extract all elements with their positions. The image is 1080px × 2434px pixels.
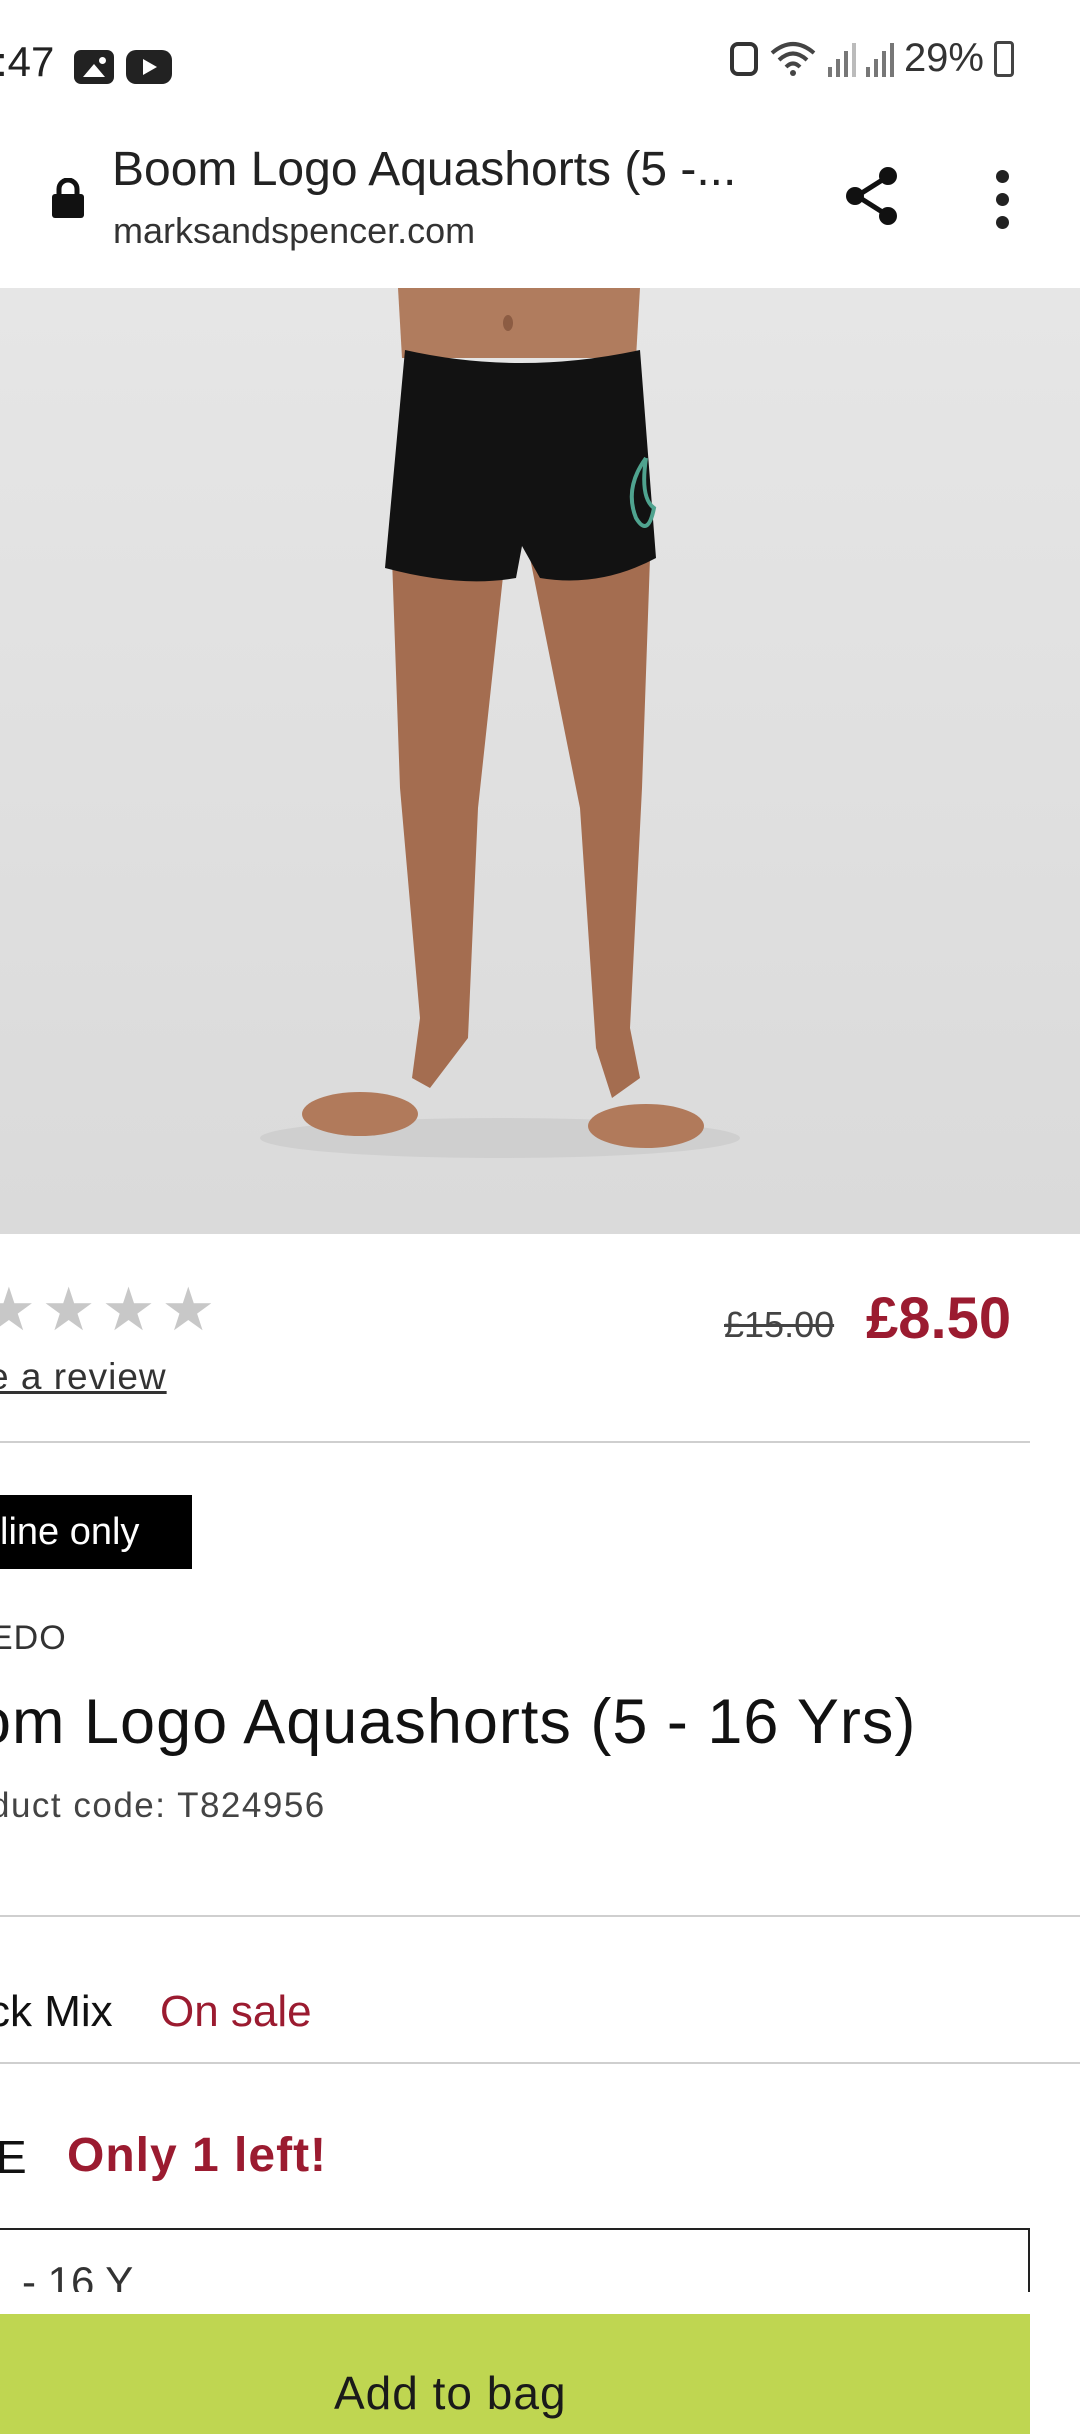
- product-name: om Logo Aquashorts (5 - 16 Yrs): [0, 1687, 917, 1757]
- gallery-icon: [74, 50, 114, 84]
- browser-domain[interactable]: marksandspencer.com: [113, 210, 475, 252]
- battery-icon: [994, 40, 1014, 77]
- star-icon: ★: [101, 1276, 156, 1343]
- colour-value: ck Mix: [0, 1987, 113, 2036]
- divider: [0, 2062, 1080, 2064]
- divider: [0, 1441, 1030, 1443]
- status-notification-icons: [74, 50, 172, 84]
- lock-icon: [52, 178, 84, 218]
- brand-name[interactable]: EDO: [0, 1619, 67, 1658]
- wifi-icon: [770, 41, 816, 76]
- more-options-icon[interactable]: [996, 170, 1009, 239]
- stock-warning: Only 1 left!: [67, 2129, 328, 2182]
- add-to-bag-button[interactable]: Add to bag: [0, 2314, 1030, 2434]
- size-select-value: - 16 Y: [22, 2258, 134, 2292]
- star-icon: ★: [41, 1276, 96, 1343]
- star-icon: ★: [161, 1276, 216, 1343]
- divider: [0, 1915, 1080, 1917]
- battery-saver-icon: [729, 41, 758, 76]
- battery-percentage: 29%: [903, 36, 984, 80]
- browser-page-title[interactable]: Boom Logo Aquashorts (5 -...: [112, 142, 736, 197]
- product-code: duct code: T824956: [0, 1786, 326, 1825]
- signal-icon-1: [827, 41, 856, 77]
- size-select[interactable]: - 16 Y: [0, 2228, 1030, 2292]
- share-icon[interactable]: [840, 164, 904, 228]
- size-label: E: [0, 2131, 27, 2183]
- star-icon: ★: [0, 1276, 36, 1343]
- status-time: :47: [0, 38, 55, 85]
- online-only-badge: line only: [0, 1495, 192, 1569]
- product-photo-illustration: [260, 288, 740, 1158]
- write-review-link[interactable]: e a review: [0, 1356, 167, 1398]
- original-price: £15.00: [724, 1304, 835, 1345]
- signal-icon-2: [865, 41, 894, 77]
- rating-stars: ★ ★ ★ ★: [0, 1280, 215, 1340]
- add-to-bag-label: Add to bag: [334, 2367, 567, 2419]
- status-right-icons: 29%: [729, 36, 1014, 81]
- youtube-icon: [126, 50, 172, 84]
- product-image[interactable]: [0, 288, 1080, 1234]
- colour-sale-label: On sale: [160, 1987, 312, 2036]
- sale-price: £8.50: [866, 1286, 1012, 1351]
